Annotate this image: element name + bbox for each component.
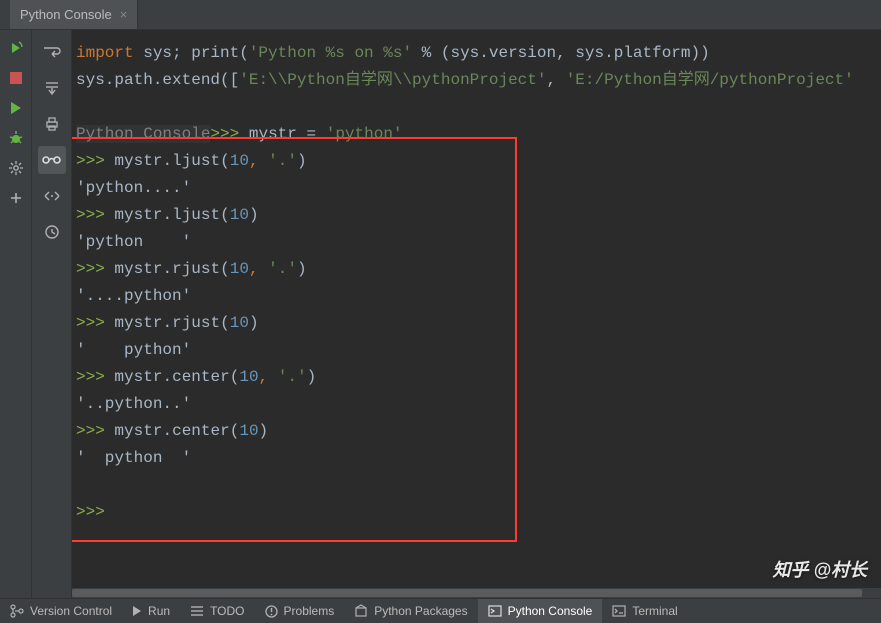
status-item-terminal[interactable]: Terminal xyxy=(602,599,687,623)
status-item-python-console[interactable]: Python Console xyxy=(478,599,603,623)
stop-icon[interactable] xyxy=(8,70,24,86)
status-label: TODO xyxy=(210,604,244,618)
vcs-icon xyxy=(10,604,24,618)
print-icon[interactable] xyxy=(38,110,66,138)
status-bar: Version Control Run TODO Problems Python Pac… xyxy=(0,598,881,623)
status-item-problems[interactable]: Problems xyxy=(255,599,345,623)
status-label: Terminal xyxy=(632,604,677,618)
status-label: Run xyxy=(148,604,170,618)
add-icon[interactable] xyxy=(8,190,24,206)
status-item-todo[interactable]: TODO xyxy=(180,599,254,623)
console-tab[interactable]: Python Console × xyxy=(10,0,138,29)
scrollbar-thumb[interactable] xyxy=(72,589,862,597)
close-icon[interactable]: × xyxy=(120,7,128,22)
status-label: Problems xyxy=(284,604,335,618)
history-icon[interactable] xyxy=(38,218,66,246)
watermark: 知乎 @村长 xyxy=(772,556,867,582)
run-icon xyxy=(132,605,142,617)
horizontal-scrollbar[interactable] xyxy=(72,588,881,598)
rerun-icon[interactable] xyxy=(8,40,24,56)
status-label: Python Console xyxy=(508,604,593,618)
run-icon[interactable] xyxy=(8,100,24,116)
status-item-version-control[interactable]: Version Control xyxy=(0,599,122,623)
scroll-to-end-icon[interactable] xyxy=(38,74,66,102)
left-icon-gutter xyxy=(0,30,32,598)
console-output-area[interactable]: import sys; print('Python %s on %s' % (s… xyxy=(72,30,881,598)
status-label: Python Packages xyxy=(374,604,467,618)
expand-icon[interactable] xyxy=(38,182,66,210)
soft-wrap-icon[interactable] xyxy=(38,38,66,66)
console-icon xyxy=(488,605,502,617)
console-toolbar xyxy=(32,30,72,598)
status-item-run[interactable]: Run xyxy=(122,599,180,623)
packages-icon xyxy=(354,604,368,618)
todo-icon xyxy=(190,605,204,617)
debug-icon[interactable] xyxy=(8,130,24,146)
terminal-icon xyxy=(612,605,626,617)
status-label: Version Control xyxy=(30,604,112,618)
variables-icon[interactable] xyxy=(38,146,66,174)
status-item-python-packages[interactable]: Python Packages xyxy=(344,599,477,623)
console-code: import sys; print('Python %s on %s' % (s… xyxy=(72,30,881,536)
problems-icon xyxy=(265,605,278,618)
settings-icon[interactable] xyxy=(8,160,24,176)
tab-title: Python Console xyxy=(20,7,112,22)
console-tab-bar: Python Console × xyxy=(0,0,881,30)
